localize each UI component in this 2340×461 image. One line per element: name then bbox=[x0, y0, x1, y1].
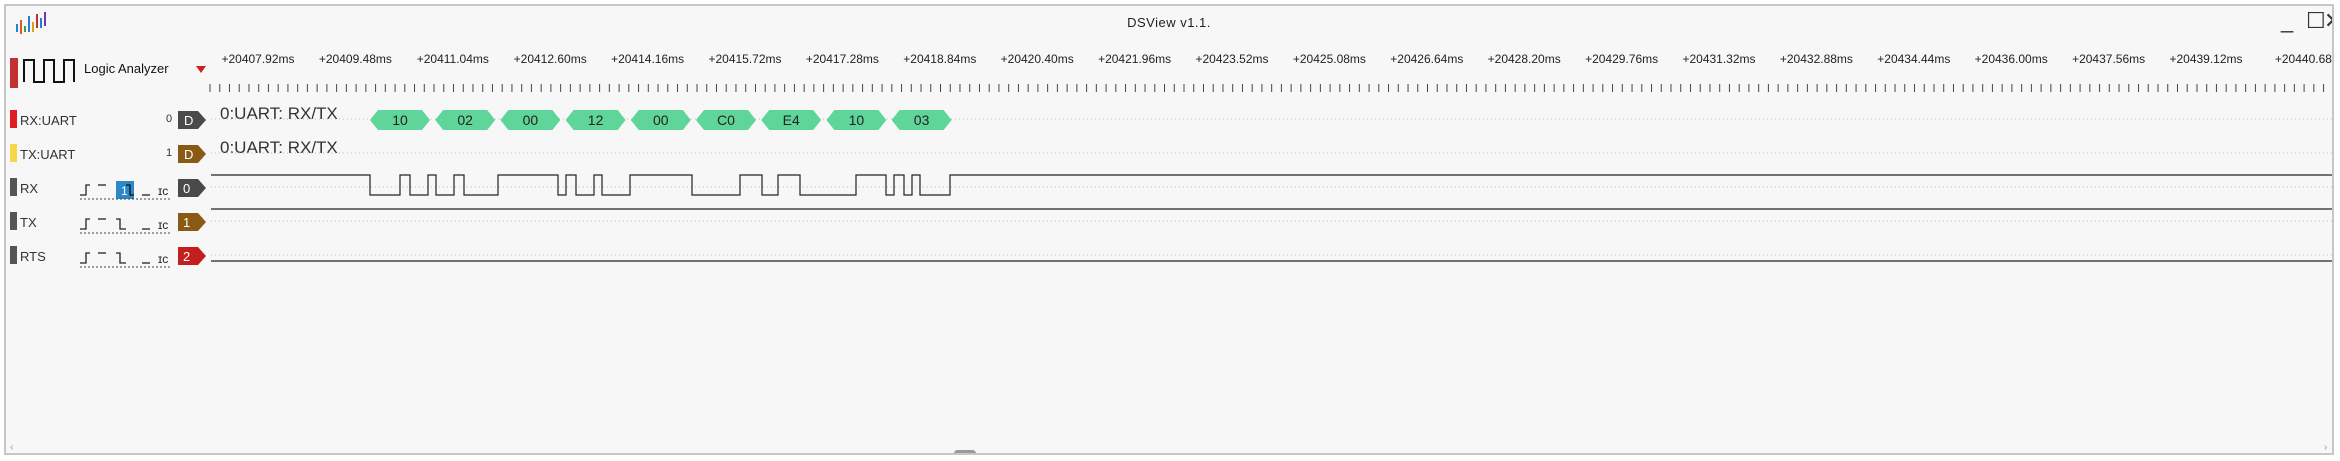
channel-label: RX bbox=[20, 181, 39, 196]
ruler-tick-label: +20434.44ms bbox=[1877, 52, 1951, 66]
svg-text:1: 1 bbox=[121, 184, 128, 198]
ruler-tick-label: +20426.64ms bbox=[1390, 52, 1464, 66]
channel-index: 1 bbox=[166, 147, 173, 159]
decoded-byte[interactable]: 00 bbox=[500, 110, 560, 130]
decoded-byte[interactable]: 12 bbox=[566, 110, 626, 130]
ruler-tick-label: +20407.92ms bbox=[221, 52, 295, 66]
ruler-tick-label: +20439.12ms bbox=[2169, 52, 2243, 66]
ruler-tick-label: +20428.20ms bbox=[1487, 52, 1561, 66]
channel-row-tx-uart[interactable]: TX:UART 1 D bbox=[6, 138, 2332, 172]
ruler-tick-label: +20415.72ms bbox=[708, 52, 782, 66]
ruler-tick-label: +20418.84ms bbox=[903, 52, 977, 66]
ruler-tick-label: +20425.08ms bbox=[1292, 52, 1366, 66]
square-wave-icon[interactable] bbox=[22, 54, 78, 88]
decoded-byte[interactable]: 03 bbox=[892, 110, 952, 130]
channel-tag[interactable]: 2 bbox=[178, 245, 208, 267]
ruler-tick-label: +20417.28ms bbox=[805, 52, 879, 66]
trigger-selector[interactable]: 1 ɪc bbox=[76, 179, 176, 201]
channel-label: TX:UART bbox=[20, 147, 76, 162]
channel-label: TX bbox=[20, 215, 37, 230]
maximize-icon[interactable]: ☐ bbox=[2306, 10, 2326, 32]
device-status-icon[interactable] bbox=[10, 58, 18, 88]
scroll-left-arrow-icon[interactable]: ‹ bbox=[10, 442, 13, 453]
trigger-marker-icon[interactable] bbox=[196, 66, 206, 73]
svg-text:0: 0 bbox=[183, 181, 190, 196]
scrollbar-thumb[interactable] bbox=[954, 450, 976, 453]
channel-row-tx[interactable]: TX ɪc 1 bbox=[6, 206, 2332, 240]
channel-color-chip[interactable] bbox=[10, 144, 17, 162]
decoded-byte[interactable]: C0 bbox=[696, 110, 756, 130]
channel-color-chip[interactable] bbox=[10, 178, 17, 196]
decoded-byte[interactable]: E4 bbox=[761, 110, 821, 130]
channel-color-chip[interactable] bbox=[10, 212, 17, 230]
decoder-tag[interactable]: D bbox=[178, 143, 208, 165]
decoded-byte[interactable]: 10 bbox=[826, 110, 886, 130]
channel-label: RTS bbox=[20, 249, 46, 264]
close-icon[interactable]: ✕ bbox=[2324, 10, 2332, 32]
ruler-tick-label: +20431.32ms bbox=[1682, 52, 1756, 66]
ruler-tick-label: +20432.88ms bbox=[1779, 52, 1853, 66]
svg-text:2: 2 bbox=[183, 249, 190, 264]
ruler-tick-label: +20411.04ms bbox=[416, 52, 489, 66]
ruler-tick-label: +20429.76ms bbox=[1585, 52, 1659, 66]
protocol-label: 0:UART: RX/TX bbox=[220, 138, 338, 157]
channel-tag[interactable]: 1 bbox=[178, 211, 208, 233]
svg-text:ɪc: ɪc bbox=[158, 184, 168, 198]
decoded-byte[interactable]: 10 bbox=[370, 110, 430, 130]
decoded-byte[interactable]: 00 bbox=[631, 110, 691, 130]
horizontal-scrollbar[interactable] bbox=[6, 426, 2332, 446]
ruler-tick-label: +20412.60ms bbox=[513, 52, 587, 66]
ruler-tick-label: +20437.56ms bbox=[2072, 52, 2146, 66]
ruler-tick-label: +20414.16ms bbox=[611, 52, 685, 66]
ruler-tick-label: +20436.00ms bbox=[1974, 52, 2048, 66]
trigger-selector[interactable]: ɪc bbox=[76, 213, 176, 235]
svg-text:ɪc: ɪc bbox=[158, 252, 168, 266]
title-bar: DSView v1.1. _ ☐ ✕ bbox=[6, 6, 2332, 40]
device-name[interactable]: Logic Analyzer bbox=[84, 61, 169, 76]
ruler-tick-label: +20423.52ms bbox=[1195, 52, 1269, 66]
decoded-byte[interactable]: 02 bbox=[435, 110, 495, 130]
channel-tag[interactable]: 0 bbox=[178, 177, 208, 199]
window-title: DSView v1.1. bbox=[1127, 15, 1211, 30]
ruler-tick-label: +20421.96ms bbox=[1098, 52, 1172, 66]
channel-row-rts[interactable]: RTS ɪc 2 bbox=[6, 240, 2332, 274]
uart-decode-track: 10 02 00 12 00 C0 E4 10 03 bbox=[6, 110, 2334, 130]
ruler-tick-label: +20420.40ms bbox=[1000, 52, 1074, 66]
channel-color-chip[interactable] bbox=[10, 246, 17, 264]
app-window: DSView v1.1. _ ☐ ✕ Logic Analyzer +20407… bbox=[4, 4, 2334, 455]
svg-text:D: D bbox=[184, 147, 193, 162]
channel-row-rx[interactable]: RX 1 ɪc 0 bbox=[6, 172, 2332, 206]
minimize-icon[interactable]: _ bbox=[2281, 10, 2293, 32]
svg-text:1: 1 bbox=[183, 215, 190, 230]
svg-text:ɪc: ɪc bbox=[158, 218, 168, 232]
scroll-right-arrow-icon[interactable]: › bbox=[2324, 442, 2327, 453]
ruler-tick-label: +20409.48ms bbox=[318, 52, 392, 66]
trigger-selector[interactable]: ɪc bbox=[76, 247, 176, 269]
ruler-tick-label: +20440.68 bbox=[2274, 52, 2332, 66]
